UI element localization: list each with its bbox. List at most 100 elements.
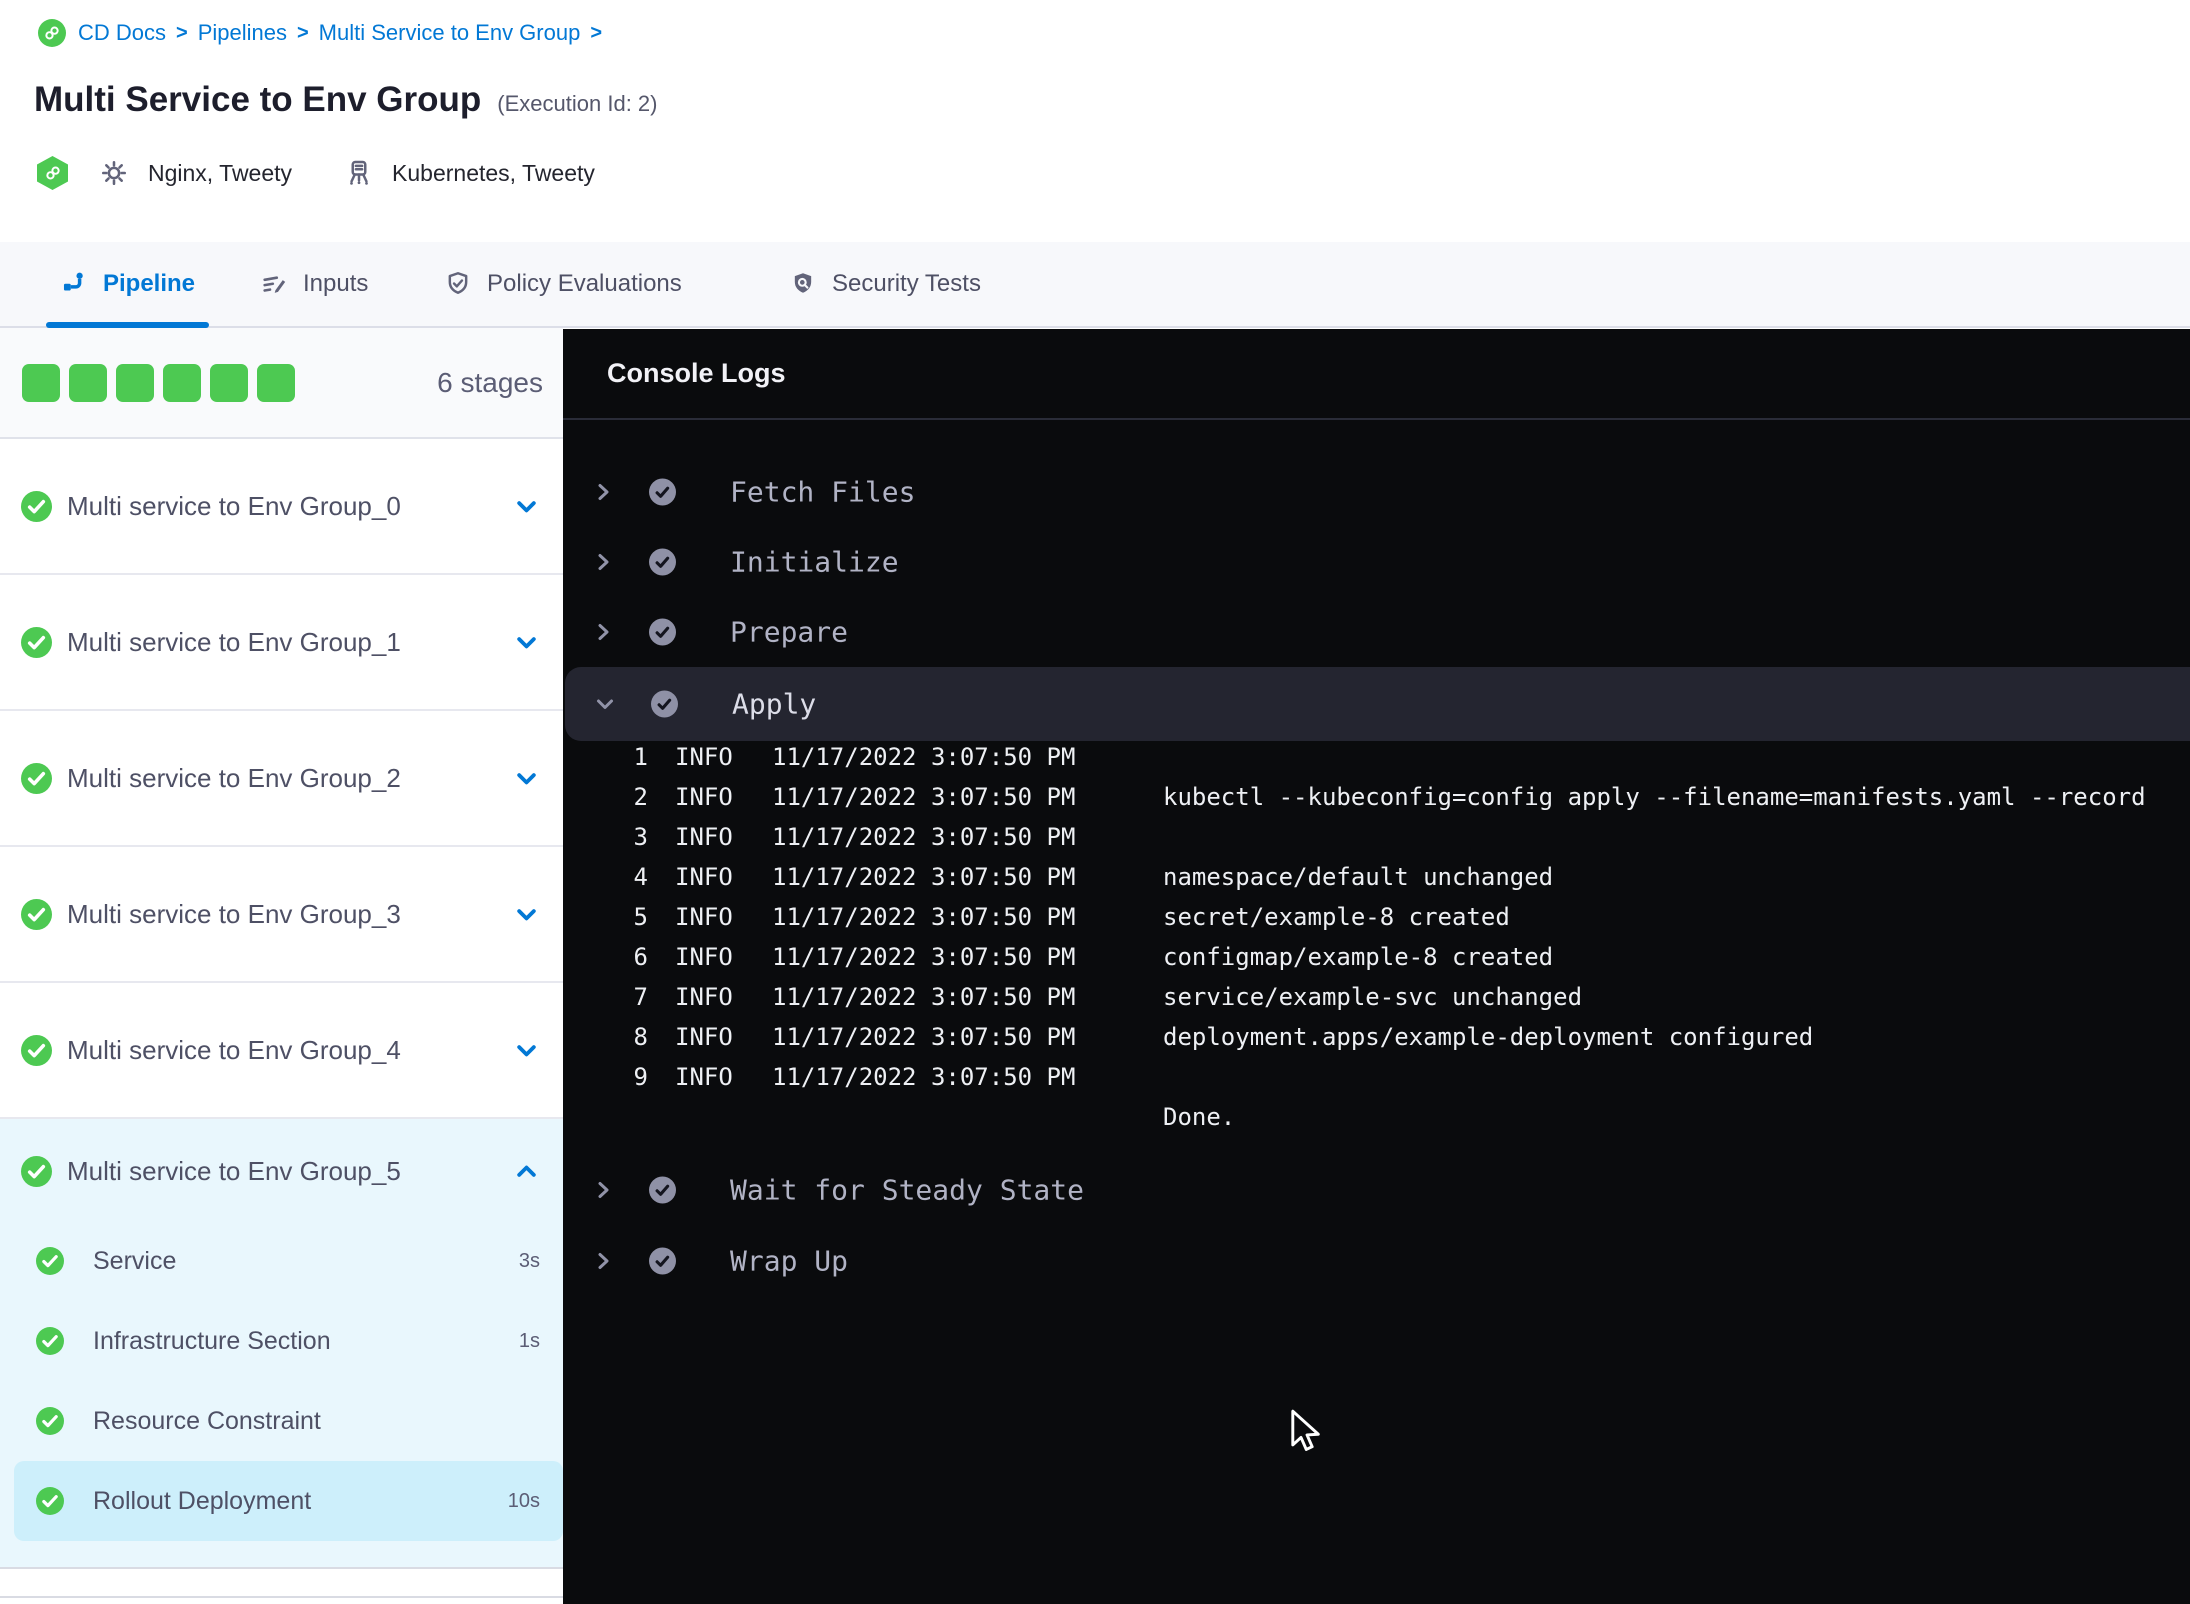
console-step-wait-for-steady-state[interactable]: Wait for Steady State: [563, 1155, 2190, 1225]
tab-inputs[interactable]: Inputs: [260, 242, 368, 326]
console-logs-header: Console Logs: [563, 329, 2190, 420]
services-row: Nginx, Tweety Kubernetes, Tweety: [37, 150, 595, 196]
sidebar-gap: [0, 1569, 563, 1596]
success-check-icon: [36, 1487, 64, 1515]
console-step-wrap-up[interactable]: Wrap Up: [563, 1226, 2190, 1296]
stages-sidebar: 6 stages Multi service to Env Group_0 Mu…: [0, 328, 563, 1604]
success-check-icon: [21, 490, 52, 522]
log-timestamp: 11/17/2022 3:07:50 PM: [772, 783, 1076, 811]
breadcrumb-link[interactable]: CD Docs: [78, 20, 166, 46]
tab-security-tests-label: Security Tests: [832, 270, 981, 297]
tab-pipeline[interactable]: Pipeline: [45, 242, 210, 328]
log-level: INFO: [675, 823, 733, 851]
log-line: 7 INFO 11/17/2022 3:07:50 PM service/exa…: [563, 977, 2190, 1017]
log-line-number: 4: [633, 863, 648, 891]
chevron-down-icon[interactable]: [513, 1037, 540, 1064]
chevron-down-icon[interactable]: [513, 629, 540, 656]
sidebar-divider: [0, 1596, 563, 1598]
expanded-stage-header[interactable]: Multi service to Env Group_5: [0, 1119, 563, 1221]
step-success-icon: [649, 478, 676, 506]
chevron-down-icon[interactable]: [513, 493, 540, 520]
console-logs-panel: Console Logs Fetch Files Initialize Prep…: [563, 329, 2190, 1604]
tab-policy-evaluations[interactable]: Policy Evaluations: [444, 242, 682, 326]
log-line-number: 6: [633, 943, 648, 971]
chevron-right-icon: [591, 550, 615, 574]
stage-row[interactable]: Multi service to Env Group_0: [0, 439, 563, 575]
step-label: Initialize: [730, 545, 899, 579]
breadcrumb: CD Docs > Pipelines > Multi Service to Env G…: [38, 16, 602, 50]
breadcrumb-separator: >: [590, 21, 603, 44]
log-line-number: 5: [633, 903, 648, 931]
log-timestamp: 11/17/2022 3:07:50 PM: [772, 1023, 1076, 1051]
stage-row[interactable]: Multi service to Env Group_3: [0, 847, 563, 983]
step-success-icon: [649, 1247, 676, 1275]
stage-label: Multi service to Env Group_4: [67, 1034, 401, 1065]
log-message: kubectl --kubeconfig=config apply --file…: [1163, 783, 2146, 811]
execution-id-label: (Execution Id: 2): [497, 91, 658, 116]
log-level: INFO: [675, 863, 733, 891]
log-level: INFO: [675, 983, 733, 1011]
log-line-number: 2: [633, 783, 648, 811]
log-line: 9 INFO 11/17/2022 3:07:50 PM: [563, 1057, 2190, 1097]
breadcrumb-link[interactable]: Pipelines: [198, 20, 287, 46]
stage-step-row[interactable]: Infrastructure Section 1s: [0, 1301, 563, 1381]
step-success-icon: [649, 548, 676, 576]
console-step-apply[interactable]: Apply: [565, 667, 2190, 741]
mouse-cursor: [1286, 1409, 1326, 1458]
services-gear-icon: [100, 159, 128, 187]
breadcrumb-separator: >: [176, 21, 188, 44]
page-title: Multi Service to Env Group: [34, 80, 482, 119]
step-label: Apply: [732, 687, 817, 721]
expanded-stage-label: Multi service to Env Group_5: [67, 1155, 401, 1186]
stage-step-row[interactable]: Rollout Deployment 10s: [14, 1461, 563, 1541]
shield-search-icon: [789, 270, 817, 298]
step-label: Prepare: [730, 615, 849, 649]
log-timestamp: 11/17/2022 3:07:50 PM: [772, 1063, 1076, 1091]
stage-success-square: [22, 363, 60, 402]
success-check-icon: [21, 1034, 52, 1066]
log-message: service/example-svc unchanged: [1163, 983, 1583, 1011]
log-level: INFO: [675, 743, 733, 771]
step-success-icon: [651, 690, 678, 718]
log-level: INFO: [675, 1023, 733, 1051]
shield-check-icon: [444, 270, 472, 298]
log-line: 2 INFO 11/17/2022 3:07:50 PM kubectl --k…: [563, 777, 2190, 817]
inputs-icon: [260, 270, 288, 298]
chevron-up-icon[interactable]: [513, 1158, 540, 1185]
success-check-icon: [21, 626, 52, 658]
success-check-icon: [36, 1247, 64, 1275]
console-step-prepare[interactable]: Prepare: [563, 597, 2190, 667]
tab-security-tests[interactable]: Security Tests: [789, 242, 981, 326]
stage-row[interactable]: Multi service to Env Group_4: [0, 983, 563, 1119]
stage-success-square: [257, 363, 295, 402]
stage-label: Multi service to Env Group_0: [67, 490, 401, 521]
chevron-right-icon: [591, 480, 615, 504]
step-duration: 3s: [518, 1249, 540, 1272]
success-check-icon: [21, 898, 52, 930]
breadcrumb-link[interactable]: Multi Service to Env Group: [319, 20, 581, 46]
console-logs-title: Console Logs: [607, 358, 786, 388]
console-step-fetch-files[interactable]: Fetch Files: [563, 457, 2190, 527]
log-line: 3 INFO 11/17/2022 3:07:50 PM: [563, 817, 2190, 857]
expanded-stage-steps: Service 3s Infrastructure Section 1s Res…: [0, 1221, 563, 1567]
page-title-row: Multi Service to Env Group (Execution Id…: [34, 80, 657, 120]
stage-label: Multi service to Env Group_1: [67, 626, 401, 657]
stage-row[interactable]: Multi service to Env Group_1: [0, 575, 563, 711]
stage-row[interactable]: Multi service to Env Group_2: [0, 711, 563, 847]
success-check-icon: [21, 1155, 52, 1187]
chevron-down-icon[interactable]: [513, 901, 540, 928]
stage-status-squares: [22, 363, 295, 402]
step-label: Wrap Up: [730, 1244, 849, 1278]
stage-success-square: [69, 363, 107, 402]
chevron-down-icon[interactable]: [513, 765, 540, 792]
stage-step-row[interactable]: Resource Constraint: [0, 1381, 563, 1461]
stage-list: Multi service to Env Group_0 Multi servi…: [0, 439, 563, 1119]
stage-step-row[interactable]: Service 3s: [0, 1221, 563, 1301]
console-step-initialize[interactable]: Initialize: [563, 527, 2190, 597]
tab-pipeline-label: Pipeline: [103, 270, 196, 297]
log-line-number: 1: [633, 743, 648, 771]
log-level: INFO: [675, 903, 733, 931]
console-log-lines: 1 INFO 11/17/2022 3:07:50 PM 2 INFO 11/1…: [563, 737, 2190, 1137]
log-line: 8 INFO 11/17/2022 3:07:50 PM deployment.…: [563, 1017, 2190, 1057]
tab-bar: Pipeline Inputs Policy Evaluations Secur…: [0, 242, 2190, 328]
